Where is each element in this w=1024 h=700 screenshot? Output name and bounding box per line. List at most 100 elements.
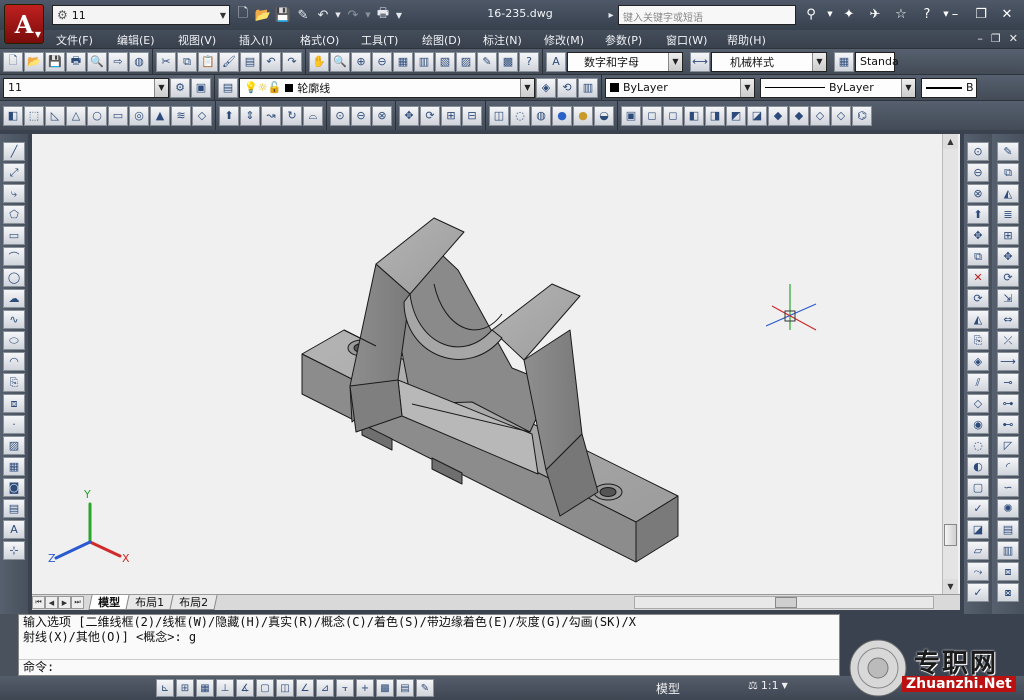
ortho-mode-icon[interactable]: ⊥ [216,679,234,697]
markup-icon[interactable]: ✎ [477,51,497,72]
make-block-icon[interactable]: ⧈ [3,394,25,413]
revision-cloud-icon[interactable]: ☁ [3,289,25,308]
doc-minimize-icon[interactable]: – [977,32,983,45]
dim-style-select[interactable]: 机械样式 ▼ [711,51,827,72]
region-icon[interactable]: ◙ [3,478,25,497]
rotate-icon[interactable]: ⟳ [997,268,1019,287]
bottom-view-icon[interactable]: ◻ [663,105,683,126]
last-tab-icon[interactable]: ⏭ [71,596,84,609]
3d-dwf-icon[interactable]: ◍ [129,51,149,72]
hidden-style-icon[interactable]: ◌ [510,105,530,126]
layers-stack-icon[interactable]: ▤ [997,520,1019,539]
cylinder-icon[interactable]: ▭ [108,105,128,126]
undo-dropdown-icon[interactable]: ▼ [334,5,342,25]
print-icon[interactable]: 🖶 [374,5,392,25]
zoom-previous-icon[interactable]: ⊖ [372,51,392,72]
undo-icon[interactable]: ↶ [314,5,332,25]
plot-icon[interactable]: 🖶 [66,51,86,72]
explode-icon[interactable]: ✺ [997,499,1019,518]
check-icon[interactable]: ✓ [967,499,989,518]
tab-layout2[interactable]: 布局2 [169,595,218,610]
copy-edges-icon[interactable]: ⫽ [967,373,989,392]
first-tab-icon[interactable]: ⏮ [32,596,45,609]
erase-icon[interactable]: ✎ [997,142,1019,161]
grid-display-icon[interactable]: ▦ [196,679,214,697]
redo-toolbar-icon[interactable]: ↷ [282,51,302,72]
right-view-icon[interactable]: ◨ [705,105,725,126]
copy-object-icon[interactable]: ⧉ [997,163,1019,182]
hscroll-thumb[interactable] [775,597,797,608]
menu-draw[interactable]: 绘图(D) [422,30,483,48]
menu-view[interactable]: 视图(V) [178,30,239,48]
sw-iso-icon[interactable]: ◆ [768,105,788,126]
horizontal-scrollbar[interactable] [634,596,934,609]
layer-select[interactable]: 💡 ☼ 🔓 轮廓线 ▼ [239,77,535,98]
sheet-set-icon[interactable]: ▨ [456,51,476,72]
cut-icon[interactable]: ✂ [156,51,176,72]
gradient-icon[interactable]: ▦ [3,457,25,476]
linetype-select[interactable]: ByLayer ▼ [760,77,916,98]
tools-icon[interactable]: ✦ [838,5,860,23]
ellipse-arc-icon[interactable]: ◠ [3,352,25,371]
color-select[interactable]: ByLayer ▼ [605,77,755,98]
command-window-handle[interactable] [0,614,18,676]
lineweight-toggle-icon[interactable]: + [356,679,374,697]
ellipse-icon[interactable]: ⬭ [3,331,25,350]
menu-insert[interactable]: 插入(I) [239,30,300,48]
zoom-window-icon[interactable]: ⊕ [351,51,371,72]
3d-rotate-icon[interactable]: ⟳ [420,105,440,126]
visual-style-manager-icon[interactable]: ◒ [594,105,614,126]
helix-icon[interactable]: ≋ [171,105,191,126]
close-icon[interactable]: ✕ [996,5,1018,23]
transparency-icon[interactable]: ▩ [376,679,394,697]
shaded-style-icon[interactable]: ● [552,105,572,126]
menu-tools[interactable]: 工具(T) [361,30,422,48]
presspull-icon[interactable]: ⇕ [240,105,260,126]
offset-icon[interactable]: ≣ [997,205,1019,224]
union-icon[interactable]: ⊙ [330,105,350,126]
rectangle-icon[interactable]: ▭ [3,226,25,245]
tab-layout1[interactable]: 布局1 [125,595,174,610]
mirror-icon[interactable]: ◭ [997,184,1019,203]
top-view-icon[interactable]: ◻ [642,105,662,126]
move-icon[interactable]: ✥ [997,247,1019,266]
sphere-icon[interactable]: ○ [87,105,107,126]
flatshot-icon[interactable]: ▱ [967,541,989,560]
3d-move-icon[interactable]: ✥ [399,105,419,126]
favorites-star-icon[interactable]: ☆ [890,5,912,23]
union-side-icon[interactable]: ⊙ [967,142,989,161]
doc-close-icon[interactable]: ✕ [1009,32,1018,45]
copy-faces-icon[interactable]: ⎘ [967,331,989,350]
layer-states-icon[interactable]: ▥ [578,77,598,98]
multiline-text-icon[interactable]: A [3,520,25,539]
design-center-icon[interactable]: ▥ [414,51,434,72]
ungroup-icon[interactable]: ⧇ [997,583,1019,602]
draw-order-icon[interactable]: ▥ [997,541,1019,560]
revolve-icon[interactable]: ↻ [282,105,302,126]
search-dropdown-icon[interactable]: ▼ [826,5,834,23]
restore-icon[interactable]: ❐ [970,5,992,23]
hatch-icon[interactable]: ▨ [3,436,25,455]
front-view-icon[interactable]: ◩ [726,105,746,126]
redo-icon[interactable]: ↷ [344,5,362,25]
3d-polyline-icon[interactable]: ⤳ [967,562,989,581]
spline-icon[interactable]: ∿ [3,310,25,329]
tab-model[interactable]: 模型 [88,595,130,610]
workspace-combo[interactable]: 11 ▼ [3,77,169,98]
redo-dropdown-icon[interactable]: ▼ [364,5,372,25]
my-workspace-icon[interactable]: ▣ [191,77,211,98]
torus-icon[interactable]: ◎ [129,105,149,126]
camera-icon[interactable]: ⌬ [852,105,872,126]
extrude-icon[interactable]: ⬆ [219,105,239,126]
planar-surface-icon[interactable]: ◇ [192,105,212,126]
array-icon[interactable]: ⊞ [997,226,1019,245]
workspace-select[interactable]: ⚙ 11 ▼ [52,5,230,25]
section-plane-icon[interactable]: ◪ [967,520,989,539]
color-faces-icon[interactable]: ◈ [967,352,989,371]
object-snap-icon[interactable]: ▢ [256,679,274,697]
layer-previous-icon[interactable]: ⟲ [557,77,577,98]
group-icon[interactable]: ⧈ [997,562,1019,581]
command-prompt[interactable]: 命令: [19,659,839,676]
stretch-icon[interactable]: ⇔ [997,310,1019,329]
separate-icon[interactable]: ◐ [967,457,989,476]
